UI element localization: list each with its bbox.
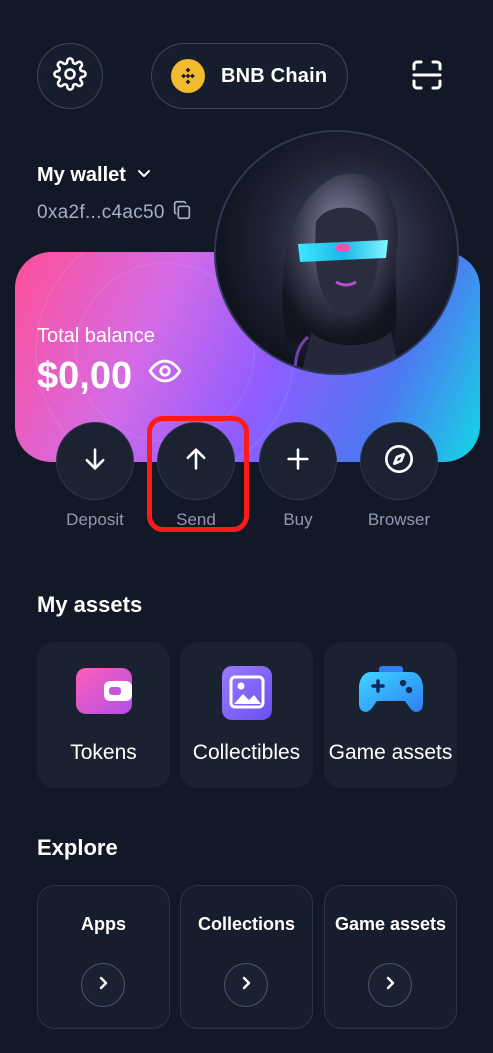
settings-button[interactable]: [37, 43, 103, 109]
buy-label: Buy: [283, 510, 313, 529]
chevron-right-icon: [95, 975, 111, 996]
wallet-address-row[interactable]: 0xa2f...c4ac50: [37, 199, 193, 227]
wallet-name: My wallet: [37, 164, 126, 186]
explore-game-assets-label: Game assets: [334, 914, 447, 934]
chain-name: BNB Chain: [221, 64, 328, 87]
copy-icon[interactable]: [171, 199, 193, 227]
game-assets-tile[interactable]: Game assets: [324, 642, 457, 788]
apps-label: Apps: [81, 914, 126, 934]
my-assets-title: My assets: [37, 592, 143, 617]
deposit-label: Deposit: [66, 510, 124, 529]
wallet-icon: [75, 666, 132, 719]
gear-icon: [53, 56, 87, 96]
collectibles-label: Collectibles: [192, 741, 301, 764]
wallet-screen: BNB Chain My wallet 0xa2f...c4ac50 Total…: [0, 0, 493, 1053]
browser-disk[interactable]: [360, 422, 438, 500]
deposit-disk[interactable]: [56, 422, 134, 500]
plus-icon: [284, 445, 312, 478]
apps-tile[interactable]: Apps: [37, 885, 170, 1029]
total-balance-label: Total balance: [37, 325, 155, 347]
gamepad-icon: [358, 666, 423, 719]
total-balance-row: $0,00: [37, 354, 182, 398]
wallet-selector[interactable]: My wallet: [37, 164, 152, 187]
collections-label: Collections: [197, 914, 295, 934]
wallet-address: 0xa2f...c4ac50: [37, 202, 165, 223]
browser-button[interactable]: Browser: [359, 422, 439, 530]
chevron-right-icon: [382, 975, 398, 996]
chevron-down-icon: [136, 164, 152, 187]
browser-label: Browser: [367, 510, 431, 529]
tokens-tile[interactable]: Tokens: [37, 642, 170, 788]
bnb-logo-icon: [171, 59, 205, 93]
eye-icon[interactable]: [148, 354, 182, 398]
chevron-right-icon: [238, 975, 254, 996]
scan-button[interactable]: [409, 57, 445, 93]
collections-go-button[interactable]: [224, 963, 268, 1007]
image-icon: [221, 666, 272, 725]
buy-disk[interactable]: [259, 422, 337, 500]
collections-tile[interactable]: Collections: [180, 885, 313, 1029]
total-balance-amount: $0,00: [37, 354, 133, 397]
avatar[interactable]: [214, 130, 459, 375]
scan-icon: [409, 60, 445, 97]
tokens-label: Tokens: [70, 741, 137, 764]
explore-game-assets-tile[interactable]: Game assets: [324, 885, 457, 1029]
apps-go-button[interactable]: [81, 963, 125, 1007]
chain-selector[interactable]: BNB Chain: [151, 43, 348, 109]
game-assets-label: Game assets: [328, 741, 453, 764]
compass-icon: [383, 443, 415, 480]
explore-title: Explore: [37, 835, 118, 860]
collectibles-tile[interactable]: Collectibles: [180, 642, 313, 788]
buy-button[interactable]: Buy: [258, 422, 338, 530]
deposit-button[interactable]: Deposit: [55, 422, 135, 530]
explore-game-assets-go-button[interactable]: [368, 963, 412, 1007]
arrow-down-icon: [81, 445, 109, 478]
send-highlight-box: [147, 416, 249, 532]
